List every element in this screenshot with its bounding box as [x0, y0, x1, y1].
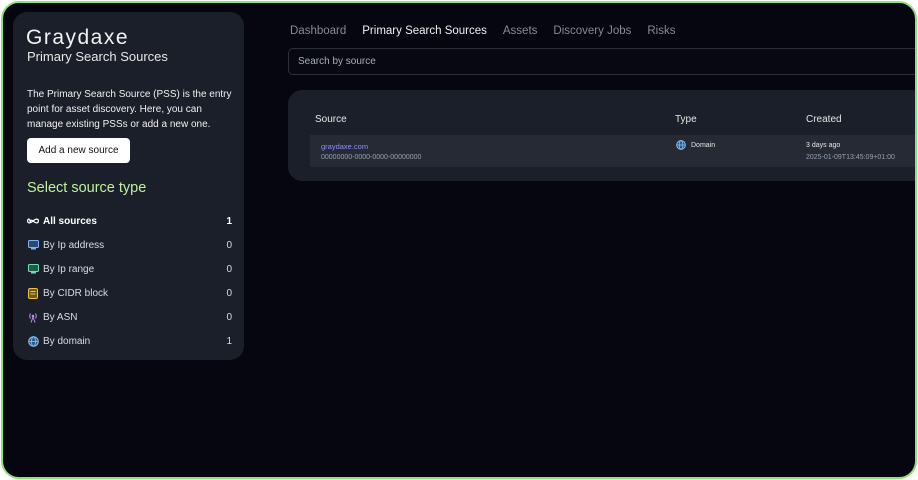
tab-dashboard[interactable]: Dashboard — [290, 25, 346, 37]
cidr-block-icon — [27, 287, 39, 299]
add-source-button[interactable]: Add a new source — [27, 138, 130, 163]
sidebar-description: The Primary Search Source (PSS) is the e… — [27, 89, 232, 130]
source-type-asn[interactable]: By ASN 0 — [27, 305, 232, 329]
source-type-heading: Select source type — [27, 180, 147, 196]
source-type-count: 0 — [226, 263, 232, 275]
app-window: Graydaxe Primary Search Sources The Prim… — [1, 1, 917, 479]
tab-risks[interactable]: Risks — [647, 25, 675, 37]
source-type-count: 0 — [226, 287, 232, 299]
source-type-label: By Ip range — [43, 263, 95, 275]
source-type-domain[interactable]: By domain 1 — [27, 329, 232, 353]
source-type-list: All sources 1 By Ip address 0 By Ip rang… — [27, 209, 232, 353]
tab-assets[interactable]: Assets — [503, 25, 538, 37]
source-type-cidr-block[interactable]: By CIDR block 0 — [27, 281, 232, 305]
brand-logo: Graydaxe — [26, 26, 130, 49]
source-type-label: By domain — [43, 335, 91, 347]
source-link[interactable]: graydaxe.com — [321, 142, 368, 151]
column-header-created: Created — [806, 114, 842, 125]
globe-icon — [27, 335, 39, 347]
source-type-ip-range[interactable]: By Ip range 0 — [27, 257, 232, 281]
tab-primary-search-sources[interactable]: Primary Search Sources — [362, 25, 487, 37]
infinity-icon — [27, 215, 39, 227]
created-timestamp: 2025-01-09T13:45:09+01:00 — [806, 154, 895, 161]
monitor-icon — [27, 239, 39, 251]
source-type-all[interactable]: All sources 1 — [27, 209, 232, 233]
table-row[interactable]: graydaxe.com 00000000-0000-0000-00000000… — [310, 135, 915, 167]
search-input[interactable] — [288, 48, 915, 75]
broadcast-icon — [27, 311, 39, 323]
column-header-source: Source — [315, 114, 347, 125]
source-type-label: All sources — [43, 215, 97, 227]
source-type-count: 1 — [226, 215, 232, 227]
created-relative: 3 days ago — [806, 142, 841, 149]
source-type-label: By CIDR block — [43, 287, 109, 299]
source-type-count: 1 — [226, 335, 232, 347]
source-type-count: 0 — [226, 311, 232, 323]
source-type-ip-address[interactable]: By Ip address 0 — [27, 233, 232, 257]
source-id: 00000000-0000-0000-00000000 — [321, 154, 422, 161]
globe-icon — [676, 140, 686, 150]
top-nav: Dashboard Primary Search Sources Assets … — [290, 25, 676, 37]
tab-discovery-jobs[interactable]: Discovery Jobs — [553, 25, 631, 37]
source-type-count: 0 — [226, 239, 232, 251]
source-type-label: By ASN — [43, 311, 78, 323]
sidebar: Graydaxe Primary Search Sources The Prim… — [13, 12, 244, 360]
sources-table: Source Type Created graydaxe.com 0000000… — [288, 90, 915, 181]
source-type-text: Domain — [691, 141, 716, 149]
sidebar-subtitle: Primary Search Sources — [27, 49, 168, 64]
source-type-label: By Ip address — [43, 239, 105, 251]
source-type-cell: Domain — [676, 140, 715, 150]
column-header-type: Type — [675, 114, 697, 125]
monitor-range-icon — [27, 263, 39, 275]
